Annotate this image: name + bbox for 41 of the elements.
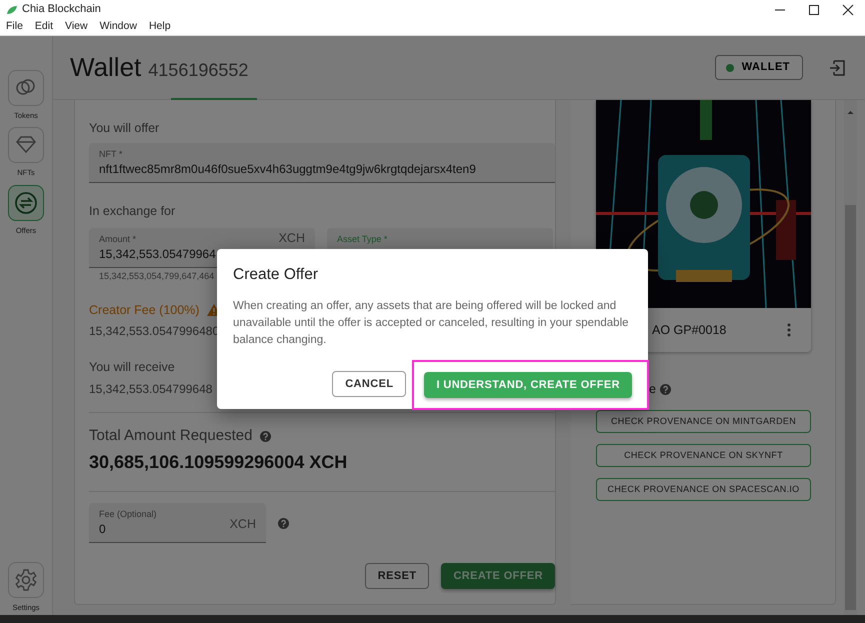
fee-field[interactable]: Fee (Optional) 0 XCH	[89, 503, 266, 543]
menu-item[interactable]: View	[65, 19, 88, 35]
section-heading: e	[649, 381, 656, 398]
menu-item[interactable]: Window	[100, 19, 137, 35]
swap-arrows-icon	[14, 190, 38, 214]
section-heading: In exchange for	[89, 203, 176, 220]
cancel-button[interactable]: CANCEL	[332, 371, 406, 397]
fee-amount: 15,342,553.0547996480	[89, 323, 220, 340]
nft-name: AO GP#0018	[652, 322, 726, 339]
logout-icon[interactable]	[827, 58, 847, 78]
total-label: Total Amount Requested	[89, 426, 252, 446]
create-offer-button[interactable]: CREATE OFFER	[441, 563, 555, 589]
confirm-button[interactable]: I UNDERSTAND, CREATE OFFER	[424, 372, 632, 398]
leaf-logo-icon	[6, 4, 18, 14]
menu-item[interactable]: File	[6, 19, 23, 35]
page-title: Wallet	[70, 51, 142, 84]
section-heading: You will receive	[89, 359, 176, 376]
reset-button[interactable]: RESET	[364, 563, 430, 589]
wallet-status-button[interactable]: WALLET	[714, 55, 803, 80]
window-title: Chia Blockchain	[22, 2, 101, 18]
section-heading: You will offer	[89, 120, 160, 137]
nft-field[interactable]: NFT * nft1ftwec85mr8m0u46f0sue5xv4h63uggtm9e4tg9jw6krgtqdejarsx4ten9	[89, 143, 555, 183]
receive-amount: 15,342,553.054799648	[89, 381, 212, 398]
provenance-button[interactable]: CHECK PROVENANCE ON SPACESCAN.IO	[596, 478, 811, 501]
dialog-message: When creating an offer, any assets that are being offered will be locked and unavailable until the offer is accepted or canceled, resulting in your spendable balance changing.	[233, 299, 630, 348]
dialog-title: Create Offer	[233, 265, 320, 285]
help-icon[interactable]	[260, 430, 272, 442]
help-icon[interactable]	[660, 384, 671, 395]
provenance-button[interactable]: CHECK PROVENANCE ON SKYNFT	[596, 444, 811, 467]
more-options-icon[interactable]	[787, 323, 791, 337]
helper-text: 15,342,553,054,799,647,464	[99, 270, 214, 282]
scrollbar[interactable]	[844, 100, 857, 615]
provenance-button[interactable]: CHECK PROVENANCE ON MINTGARDEN	[596, 410, 811, 433]
scrollbar-thumb[interactable]	[845, 205, 856, 610]
wallet-id: 4156196552	[148, 59, 248, 82]
help-icon[interactable]	[278, 518, 289, 528]
warning-label: Creator Fee (100%)	[89, 302, 200, 319]
total-amount: 30,685,106.109599296004 XCH	[89, 451, 348, 474]
menu-item[interactable]: Help	[148, 19, 171, 35]
menu-item[interactable]: Edit	[34, 19, 54, 35]
settings-icon	[14, 568, 38, 592]
